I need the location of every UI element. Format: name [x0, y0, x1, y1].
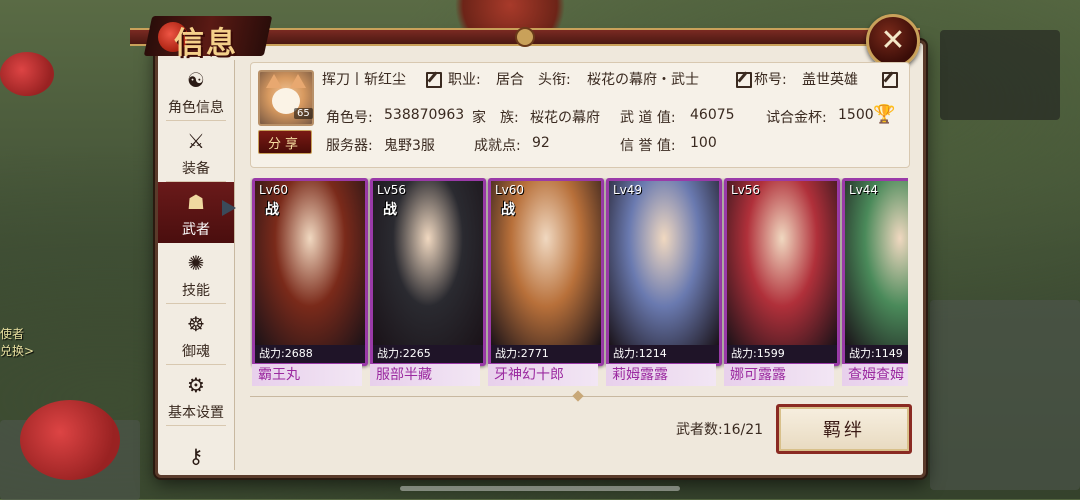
window-title: 信息 [143, 10, 273, 61]
warrior-level: Lv56 [731, 183, 761, 197]
clan-label: 家 族: [472, 110, 519, 126]
sidebar-item-label: 技能 [182, 282, 210, 299]
edit-title-icon[interactable] [736, 72, 752, 88]
cup-value: 1500 [838, 107, 874, 123]
budo-label: 武 道 值: [620, 110, 676, 126]
rank-value: 桜花の幕府・武士 [587, 72, 699, 88]
warrior-portrait [727, 181, 837, 345]
sidebar-item-equipment[interactable]: ⚔ 装备 [158, 121, 234, 182]
battle-mark: 战 [383, 202, 397, 218]
home-indicator[interactable] [400, 486, 680, 491]
warrior-level: Lv60 [495, 183, 525, 197]
sidebar-item-more[interactable]: ⚷ [158, 426, 234, 470]
warrior-level: Lv56 [377, 183, 407, 197]
warrior-name: 服部半藏 [370, 364, 480, 386]
bg-parasol [0, 52, 54, 96]
warrior-card[interactable]: Lv56 战力:1599 [724, 178, 840, 366]
sidebar-item-label: 角色信息 [168, 99, 224, 116]
share-button[interactable]: 分享 [258, 130, 312, 154]
warrior-card[interactable]: Lv44 战力:1149 [842, 178, 908, 366]
sidebar: ☯ 角色信息 ⚔ 装备 ☗ 武者 ✺ 技能 ☸ 御魂 ⚙ 基本设置 ⚷ [158, 60, 235, 470]
sidebar-item-label: 装备 [182, 160, 210, 177]
warrior-level: Lv60 [259, 183, 289, 197]
budo-value: 46075 [690, 107, 735, 123]
warrior-card-list: Lv60 战 战力:2688 霸王丸 Lv56 战 战力:2265 服部半藏 L… [250, 178, 908, 388]
honor-value: 100 [690, 135, 717, 151]
warrior-portrait [845, 181, 908, 345]
key-icon: ⚷ [188, 443, 204, 468]
character-icon: ☯ [187, 67, 205, 92]
skill-icon: ✺ [187, 250, 205, 275]
warrior-portrait [609, 181, 719, 345]
warrior-icon: ☗ [187, 189, 205, 214]
server-value: 鬼野3服 [384, 138, 435, 154]
job-value: 居合 [496, 72, 524, 88]
role-id-value: 538870963 [384, 107, 465, 123]
sidebar-item-label: 武者 [182, 221, 210, 238]
soul-icon: ☸ [187, 311, 205, 336]
swords-icon: ⚔ [187, 128, 205, 153]
sidebar-item-skills[interactable]: ✺ 技能 [158, 243, 234, 304]
sidebar-item-character-info[interactable]: ☯ 角色信息 [158, 60, 234, 121]
honor-label: 信 誉 值: [620, 138, 676, 154]
warrior-level: Lv44 [849, 183, 879, 197]
rank-label: 头衔: [538, 72, 571, 88]
sidebar-item-label: 御魂 [182, 343, 210, 360]
job-label: 职业: [448, 72, 481, 88]
achievement-value: 92 [532, 135, 550, 151]
server-label: 服务器: [326, 138, 373, 154]
warrior-level: Lv49 [613, 183, 643, 197]
warrior-power: 战力:2688 [255, 345, 365, 363]
edit-name-icon[interactable] [426, 72, 442, 88]
warrior-power: 战力:1599 [727, 345, 837, 363]
sidebar-item-soul[interactable]: ☸ 御魂 [158, 304, 234, 365]
warrior-card[interactable]: Lv60 战 战力:2688 [252, 178, 368, 366]
warrior-card[interactable]: Lv56 战 战力:2265 [370, 178, 486, 366]
active-tab-arrow [222, 200, 236, 216]
top-ornament [515, 27, 535, 47]
title-label: 称号: [754, 72, 787, 88]
title-value: 盖世英雄 [802, 72, 858, 88]
battle-mark: 战 [501, 202, 515, 218]
warrior-power: 战力:2771 [491, 345, 601, 363]
sidebar-item-label: 基本设置 [168, 404, 224, 421]
achievement-label: 成就点: [474, 138, 521, 154]
bond-button[interactable]: 羁绊 [776, 404, 912, 454]
warrior-card[interactable]: Lv60 战 战力:2771 [488, 178, 604, 366]
battle-mark: 战 [265, 202, 279, 218]
bg-character [20, 400, 120, 480]
gear-icon: ⚙ [187, 372, 205, 397]
warrior-power: 战力:1214 [609, 345, 719, 363]
warrior-name: 牙神幻十郎 [488, 364, 598, 386]
warrior-name: 莉姆露露 [606, 364, 716, 386]
avatar-level: 65 [294, 108, 313, 119]
bg-npc-label: 使者 兑换> [0, 327, 35, 358]
warrior-card[interactable]: Lv49 战力:1214 [606, 178, 722, 366]
warrior-name: 霸王丸 [252, 364, 362, 386]
role-id-label: 角色号: [326, 110, 373, 126]
player-name: 挥刀丨斩红尘 [322, 72, 406, 88]
sidebar-item-basic-settings[interactable]: ⚙ 基本设置 [158, 365, 234, 426]
clan-value: 桜花の幕府 [530, 110, 600, 126]
warrior-name: 娜可露露 [724, 364, 834, 386]
close-icon: ✕ [880, 23, 906, 58]
close-button[interactable]: ✕ [866, 14, 920, 68]
bg-structure [940, 30, 1060, 120]
trophy-icon: 🏆 [873, 104, 896, 125]
warrior-name: 查姆查姆 [842, 364, 908, 386]
warrior-power: 战力:2265 [373, 345, 483, 363]
warrior-count: 武者数:16/21 [676, 422, 764, 438]
warrior-power: 战力:1149 [845, 345, 908, 363]
edit-honor-title-icon[interactable] [882, 72, 898, 88]
cup-label: 试合金杯: [766, 110, 827, 126]
bg-ground [930, 300, 1080, 490]
